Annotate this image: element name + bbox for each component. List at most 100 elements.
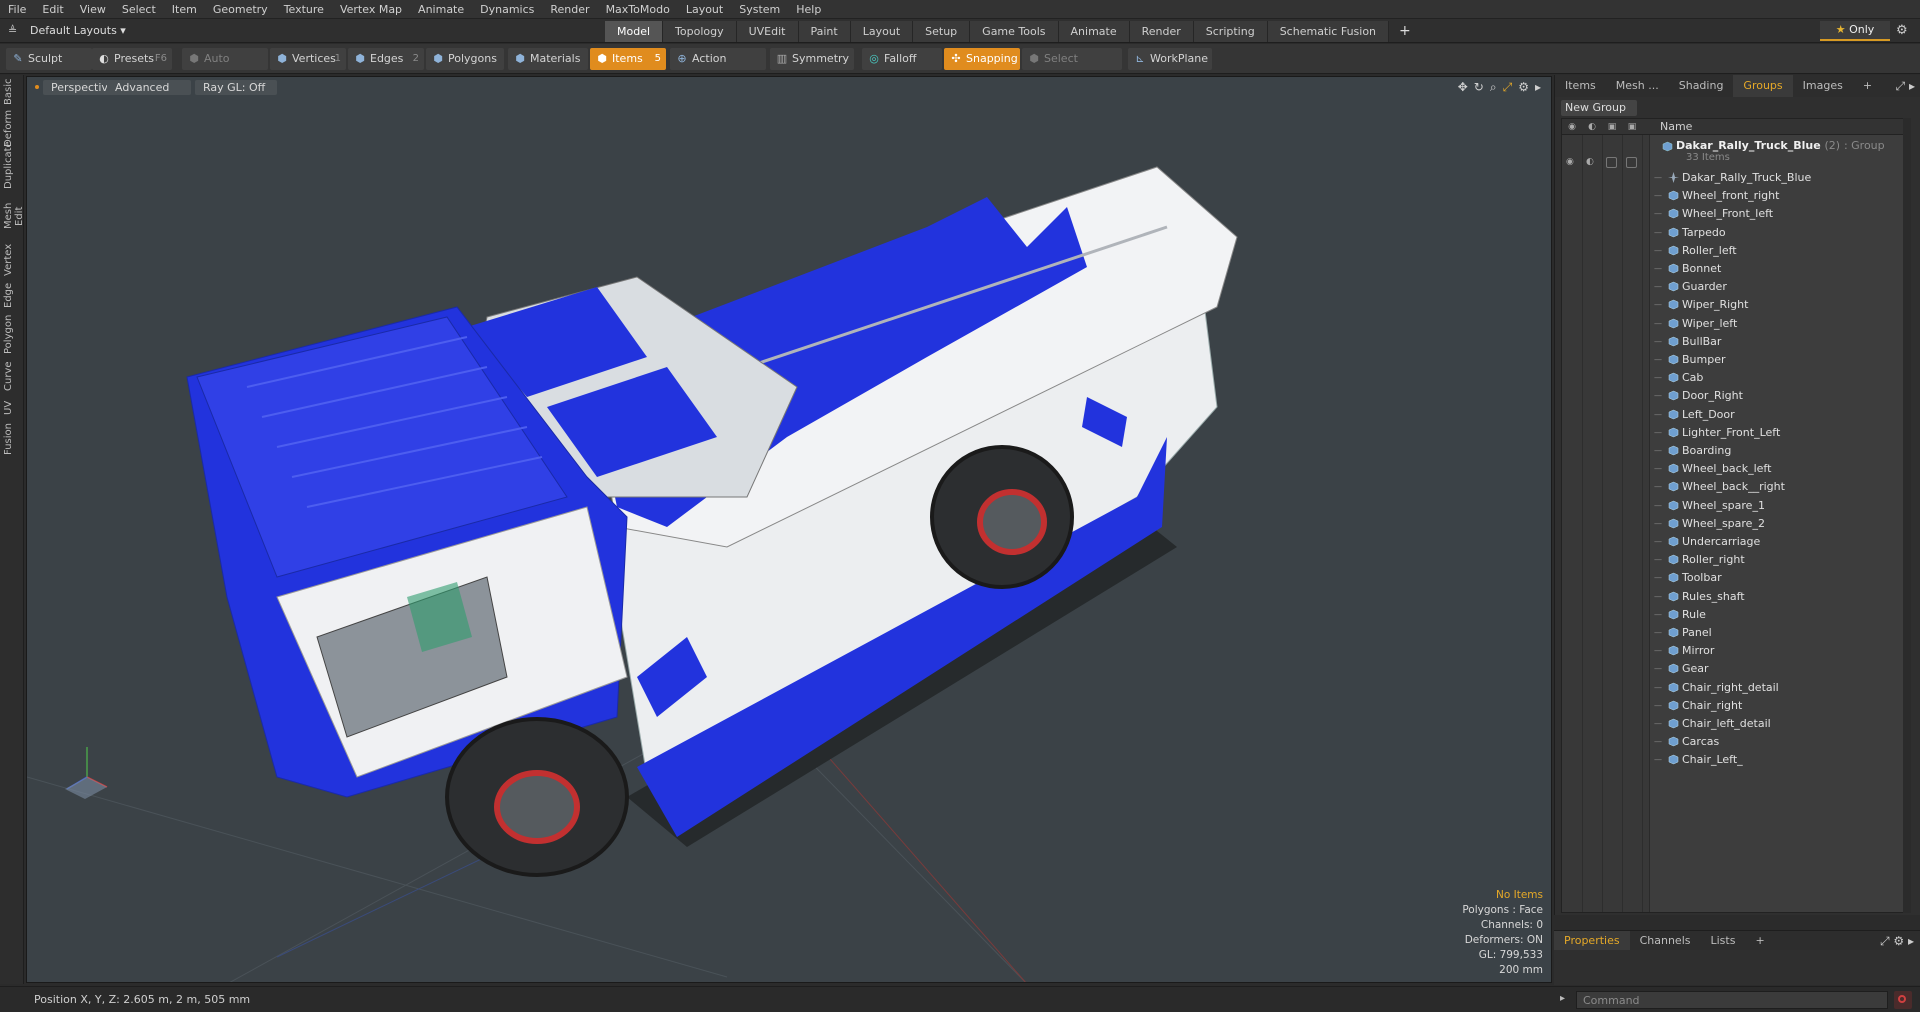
select-through-button[interactable]: ⬢Select Through <box>1022 48 1122 87</box>
list-item[interactable]: — Chair_Left_ <box>1650 751 1908 769</box>
presets-button[interactable]: ◐ Presets F6 <box>92 48 172 70</box>
group-visibility-icon[interactable]: ◉ <box>1566 157 1577 168</box>
auto-select-button[interactable]: ⬢Auto Select <box>182 48 268 87</box>
left-tab-uv[interactable]: UV <box>3 397 21 419</box>
new-group-button[interactable]: New Group <box>1561 100 1637 116</box>
tab-uvedit[interactable]: UVEdit <box>736 21 799 42</box>
left-tab-fusion[interactable]: Fusion <box>3 423 21 455</box>
name-column-header[interactable]: Name <box>1660 119 1692 135</box>
snapping-button[interactable]: ✣ Snapping <box>944 48 1020 70</box>
list-item[interactable]: — BullBar <box>1650 333 1908 351</box>
list-item[interactable]: — Wheel_front_right <box>1650 187 1908 205</box>
tab-animate[interactable]: Animate <box>1058 21 1130 42</box>
left-tab-vertex[interactable]: Vertex <box>3 243 21 277</box>
materials-button[interactable]: ⬢ Materials <box>508 48 588 70</box>
list-item[interactable]: — Wheel_spare_1 <box>1650 497 1908 515</box>
properties-options-icon[interactable]: ⤢ ⚙ ▸ <box>1880 934 1914 949</box>
list-item[interactable]: — Lighter_Front_Left <box>1650 424 1908 442</box>
list-item[interactable]: — Gear <box>1650 660 1908 678</box>
group-lock-checkbox[interactable] <box>1606 157 1617 168</box>
menu-dynamics[interactable]: Dynamics <box>472 0 542 19</box>
list-item[interactable]: — Chair_right <box>1650 697 1908 715</box>
items-button[interactable]: ⬢ Items 5 <box>590 48 666 70</box>
raygl-toggle[interactable]: Ray GL: Off <box>195 80 277 95</box>
rotate-view-icon[interactable]: ↻ <box>1474 80 1484 95</box>
menu-system[interactable]: System <box>731 0 788 19</box>
list-item[interactable]: — Carcas <box>1650 733 1908 751</box>
group-row[interactable]: Dakar_Rally_Truck_Blue (2) : Group 33 It… <box>1650 137 1908 167</box>
only-toggle[interactable]: ★ Only <box>1820 21 1890 41</box>
menu-maxtomodo[interactable]: MaxToModo <box>598 0 678 19</box>
default-layouts-dropdown[interactable]: Default Layouts ▾ <box>30 19 126 43</box>
list-item[interactable]: — Panel <box>1650 624 1908 642</box>
list-item[interactable]: — Chair_right_detail <box>1650 679 1908 697</box>
left-tab-polygon[interactable]: Polygon <box>3 313 21 355</box>
symmetry-button[interactable]: ▥ Symmetry <box>770 48 854 70</box>
properties-tab-lists[interactable]: Lists <box>1701 931 1746 951</box>
lock-column-icon[interactable]: ▣ <box>1606 121 1618 133</box>
edges-button[interactable]: ⬢ Edges 2 <box>348 48 424 70</box>
properties-tab-properties[interactable]: Properties <box>1554 930 1630 951</box>
menu-view[interactable]: View <box>72 0 114 19</box>
action-center-button[interactable]: ⊕Action Center <box>670 48 766 87</box>
list-item[interactable]: — Bumper <box>1650 351 1908 369</box>
list-item[interactable]: — Rules_shaft <box>1650 588 1908 606</box>
list-item[interactable]: — Mirror <box>1650 642 1908 660</box>
sculpt-button[interactable]: ✎ Sculpt <box>6 48 92 70</box>
tab-topology[interactable]: Topology <box>663 21 737 42</box>
menu-texture[interactable]: Texture <box>276 0 332 19</box>
render-column-icon[interactable]: ◐ <box>1586 121 1598 133</box>
list-item[interactable]: — Boarding <box>1650 442 1908 460</box>
fit-view-icon[interactable]: ⤢ <box>1503 80 1513 95</box>
list-item[interactable]: — Guarder <box>1650 278 1908 296</box>
panel-tab-groups[interactable]: Groups <box>1733 75 1793 97</box>
list-item[interactable]: — Wiper_left <box>1650 315 1908 333</box>
layout-collapse-icon[interactable]: ≜ <box>8 24 22 38</box>
panel-tab-items[interactable]: Items <box>1555 75 1606 97</box>
visibility-column-icon[interactable]: ◉ <box>1566 121 1578 133</box>
list-item[interactable]: — Wheel_spare_2 <box>1650 515 1908 533</box>
tab-layout[interactable]: Layout <box>850 21 914 42</box>
list-item[interactable]: — Wiper_Right <box>1650 296 1908 314</box>
group-select-checkbox[interactable] <box>1626 157 1637 168</box>
list-item[interactable]: — Cab <box>1650 369 1908 387</box>
vertices-button[interactable]: ⬢ Vertices 1 <box>270 48 346 70</box>
list-item[interactable]: — Door_Right <box>1650 387 1908 405</box>
list-item[interactable]: — Roller_right <box>1650 551 1908 569</box>
3d-viewport[interactable]: Perspective Advanced Ray GL: Off ✥ ↻ ⌕ ⤢… <box>26 76 1552 983</box>
left-tab-mesh-edit[interactable]: Mesh Edit <box>3 193 25 239</box>
tab-render[interactable]: Render <box>1129 21 1194 42</box>
list-item[interactable]: — Wheel_back_left <box>1650 460 1908 478</box>
list-item[interactable]: — Dakar_Rally_Truck_Blue <box>1650 169 1908 187</box>
tab-model[interactable]: Model <box>605 21 664 42</box>
list-item[interactable]: — Toolbar <box>1650 569 1908 587</box>
menu-animate[interactable]: Animate <box>410 0 472 19</box>
tab-schematic-fusion[interactable]: Schematic Fusion <box>1267 21 1390 42</box>
list-item[interactable]: — Chair_left_detail <box>1650 715 1908 733</box>
viewport-settings-icon[interactable]: ⚙ <box>1518 80 1529 95</box>
menu-vertex-map[interactable]: Vertex Map <box>332 0 410 19</box>
left-tab-duplicate[interactable]: Duplicate <box>3 141 21 189</box>
menu-edit[interactable]: Edit <box>34 0 71 19</box>
list-item[interactable]: — Bonnet <box>1650 260 1908 278</box>
left-tab-basic[interactable]: Basic <box>3 79 21 105</box>
list-item[interactable]: — Left_Door <box>1650 406 1908 424</box>
left-tab-curve[interactable]: Curve <box>3 359 21 393</box>
properties-tab-+[interactable]: + <box>1745 931 1774 951</box>
add-tab-button[interactable]: + <box>1389 21 1421 42</box>
shading-dropdown[interactable]: Advanced <box>107 80 191 95</box>
select-column-icon[interactable]: ▣ <box>1626 121 1638 133</box>
record-macro-button[interactable] <box>1894 991 1912 1009</box>
viewport-options-dot[interactable] <box>35 85 39 89</box>
command-input[interactable] <box>1576 991 1888 1009</box>
menu-geometry[interactable]: Geometry <box>205 0 276 19</box>
tab-setup[interactable]: Setup <box>913 21 971 42</box>
list-item[interactable]: — Wheel_Front_left <box>1650 205 1908 223</box>
menu-file[interactable]: File <box>0 0 34 19</box>
panel-tab-+[interactable]: + <box>1853 75 1882 97</box>
menu-render[interactable]: Render <box>542 0 597 19</box>
command-history-icon[interactable]: ▸ <box>1560 993 1565 1004</box>
list-item[interactable]: — Wheel_back__right <box>1650 478 1908 496</box>
panel-tab-shading[interactable]: Shading <box>1669 75 1734 97</box>
viewport-expand-icon[interactable]: ▸ <box>1535 80 1541 95</box>
